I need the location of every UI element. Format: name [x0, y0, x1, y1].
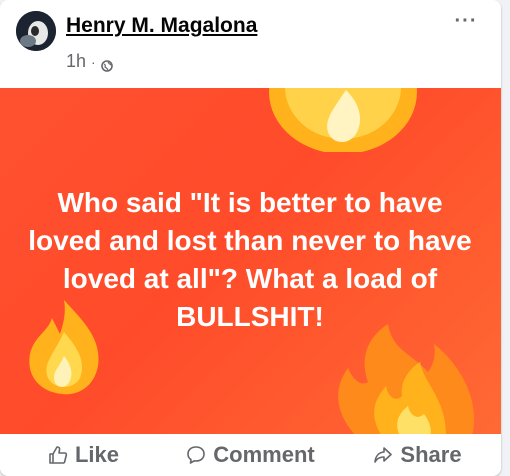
post-card: Henry M. Magalona 1h · ··· Who said "It …	[0, 0, 501, 476]
avatar[interactable]	[16, 11, 56, 51]
fire-emoji	[269, 88, 417, 152]
share-icon	[373, 445, 393, 465]
post-meta: 1h ·	[66, 51, 113, 72]
post-time[interactable]: 1h	[66, 51, 86, 72]
post-actions-bar: Like Comment Share	[0, 434, 501, 476]
share-button[interactable]: Share	[334, 434, 501, 476]
comment-button[interactable]: Comment	[167, 434, 334, 476]
post-image[interactable]: Who said "It is better to have loved and…	[0, 88, 501, 434]
globe-icon[interactable]	[100, 56, 113, 72]
share-label: Share	[400, 442, 462, 467]
more-options-button[interactable]: ···	[451, 11, 481, 40]
comment-label: Comment	[213, 442, 315, 467]
more-horizontal-icon: ···	[454, 10, 478, 32]
like-label: Like	[74, 442, 120, 467]
meta-separator: ·	[91, 53, 96, 70]
post-header: Henry M. Magalona 1h · ···	[0, 0, 501, 88]
thumbs-up-icon	[48, 445, 68, 465]
like-button[interactable]: Like	[0, 434, 167, 476]
post-quote-text: Who said "It is better to have loved and…	[28, 187, 472, 332]
author-name[interactable]: Henry M. Magalona	[66, 14, 257, 38]
fire-emoji	[338, 324, 475, 434]
comment-icon	[186, 445, 206, 465]
